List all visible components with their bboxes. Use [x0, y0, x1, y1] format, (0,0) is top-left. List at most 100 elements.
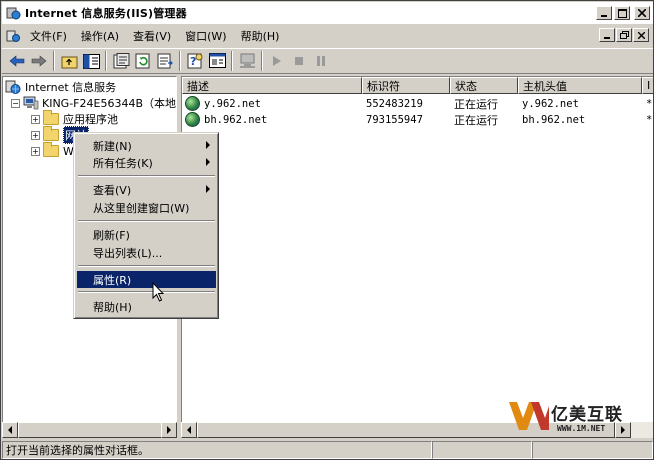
menu-help[interactable]: 帮助(H): [234, 26, 287, 45]
refresh-icon[interactable]: [132, 50, 154, 72]
folder-icon: [43, 110, 59, 125]
folder-icon: [43, 142, 59, 157]
close-button[interactable]: [634, 6, 650, 20]
expand-toggle-icon[interactable]: +: [31, 114, 40, 124]
tree-horizontal-scrollbar[interactable]: [2, 422, 177, 438]
site-ip: *: [646, 97, 653, 110]
console-icon[interactable]: [206, 50, 228, 72]
server-icon: [23, 96, 39, 110]
site-ip: *: [646, 113, 653, 126]
toolbar-separator: [261, 51, 263, 71]
help-icon[interactable]: ?: [184, 50, 206, 72]
list-row[interactable]: y.962.net 552483219 正在运行 y.962.net *: [182, 95, 653, 112]
iis-root-icon: [5, 79, 21, 95]
maximize-button[interactable]: [614, 6, 630, 20]
toolbar: ?: [2, 48, 653, 74]
ctx-label-export-list: 导出列表(L)...: [93, 246, 163, 260]
tree-label-root: Internet 信息服务: [25, 81, 117, 94]
minimize-button[interactable]: [596, 6, 612, 20]
show-tree-icon[interactable]: [80, 50, 102, 72]
menu-bar: 文件(F) 操作(A) 查看(V) 窗口(W) 帮助(H): [2, 25, 653, 46]
export-list-icon[interactable]: [154, 50, 176, 72]
computer-icon[interactable]: [236, 50, 258, 72]
website-icon: [185, 112, 200, 127]
tree-item-root[interactable]: Internet 信息服务: [5, 79, 116, 95]
column-header-host-header[interactable]: 主机头值: [518, 77, 642, 94]
play-icon[interactable]: [266, 50, 288, 72]
site-description: bh.962.net: [204, 113, 268, 126]
tree-item-web-extensions[interactable]: + W: [31, 142, 74, 159]
properties-icon[interactable]: [110, 50, 132, 72]
list-pane[interactable]: 描述 标识符 状态 主机头值 I y.962.net 552483219 正在运…: [181, 76, 653, 438]
iis-manager-window: Internet 信息服务(IIS)管理器 文件(F) 操作(A) 查看(V) …: [0, 0, 654, 460]
tree-item-server[interactable]: − KING-F24E56344B（本地计: [11, 95, 176, 111]
menu-separator: [78, 220, 215, 222]
tree-item-app-pools[interactable]: + 应用程序池: [31, 110, 118, 127]
ctx-item-refresh[interactable]: 刷新(F): [77, 226, 216, 243]
ctx-item-new[interactable]: 新建(N): [77, 137, 216, 154]
ctx-item-help[interactable]: 帮助(H): [77, 298, 216, 315]
ctx-item-all-tasks[interactable]: 所有任务(K): [77, 154, 216, 171]
ctx-label-all-tasks: 所有任务(K): [93, 156, 153, 170]
submenu-arrow-icon: [206, 141, 210, 149]
menu-separator: [78, 175, 215, 177]
scroll-right-icon[interactable]: [161, 422, 177, 438]
column-header-ip[interactable]: I: [642, 77, 653, 94]
console-doc-icon[interactable]: [5, 28, 21, 44]
ctx-label-view: 查看(V): [93, 183, 132, 197]
expand-toggle-icon[interactable]: +: [31, 130, 40, 140]
status-panel: [432, 441, 532, 459]
scrollbar-thumb[interactable]: [18, 422, 168, 438]
window-title: Internet 信息服务(IIS)管理器: [25, 7, 187, 20]
menu-action[interactable]: 操作(A): [74, 26, 126, 45]
status-bar: 打开当前选择的属性对话框。: [2, 441, 653, 459]
ctx-label-refresh: 刷新(F): [93, 228, 130, 242]
scroll-left-icon[interactable]: [181, 422, 197, 438]
menu-separator: [78, 291, 215, 293]
site-status: 正在运行: [454, 113, 498, 127]
title-bar[interactable]: Internet 信息服务(IIS)管理器: [2, 2, 653, 24]
ctx-item-export-list[interactable]: 导出列表(L)...: [77, 244, 216, 261]
site-description: y.962.net: [204, 97, 261, 110]
column-header-identifier[interactable]: 标识符: [362, 77, 450, 94]
site-host-header: bh.962.net: [522, 113, 586, 126]
watermark-logo: 亿美互联 WWW.1M.NET: [507, 396, 653, 440]
mdi-minimize-button[interactable]: [599, 28, 615, 42]
website-icon: [185, 96, 200, 111]
svg-text:?: ?: [190, 55, 196, 68]
expand-toggle-icon[interactable]: +: [31, 146, 40, 156]
site-identifier: 793155947: [366, 113, 423, 126]
ctx-item-properties[interactable]: 属性(R): [77, 271, 216, 288]
collapse-toggle-icon[interactable]: −: [11, 98, 20, 108]
status-panel: [532, 441, 653, 459]
toolbar-separator: [231, 51, 233, 71]
up-folder-icon[interactable]: [58, 50, 80, 72]
ctx-label-help: 帮助(H): [93, 300, 132, 314]
menu-view[interactable]: 查看(V): [126, 26, 178, 45]
menu-separator: [78, 265, 215, 267]
ctx-label-new: 新建(N): [93, 139, 132, 153]
column-header-status[interactable]: 状态: [450, 77, 518, 94]
context-menu: 新建(N) 所有任务(K) 查看(V) 从这里创建窗口(W) 刷新(F) 导出列…: [73, 132, 219, 319]
ctx-item-new-window[interactable]: 从这里创建窗口(W): [77, 199, 216, 216]
site-status: 正在运行: [454, 97, 498, 111]
column-header-description[interactable]: 描述: [182, 77, 362, 94]
mdi-close-button[interactable]: [633, 28, 649, 42]
forward-arrow-icon[interactable]: [28, 50, 50, 72]
mdi-restore-button[interactable]: [616, 28, 632, 42]
iis-app-icon: [5, 5, 21, 21]
submenu-arrow-icon: [206, 158, 210, 166]
list-row[interactable]: bh.962.net 793155947 正在运行 bh.962.net *: [182, 111, 653, 128]
stop-icon[interactable]: [288, 50, 310, 72]
pause-icon[interactable]: [310, 50, 332, 72]
site-host-header: y.962.net: [522, 97, 579, 110]
menu-window[interactable]: 窗口(W): [178, 26, 233, 45]
submenu-arrow-icon: [206, 185, 210, 193]
mouse-pointer-icon: [152, 281, 166, 304]
ctx-item-view[interactable]: 查看(V): [77, 181, 216, 198]
back-arrow-icon[interactable]: [6, 50, 28, 72]
menu-file[interactable]: 文件(F): [23, 26, 74, 45]
brand-logo-icon: [509, 402, 549, 430]
scroll-left-icon[interactable]: [2, 422, 18, 438]
ctx-label-new-window: 从这里创建窗口(W): [93, 201, 190, 215]
